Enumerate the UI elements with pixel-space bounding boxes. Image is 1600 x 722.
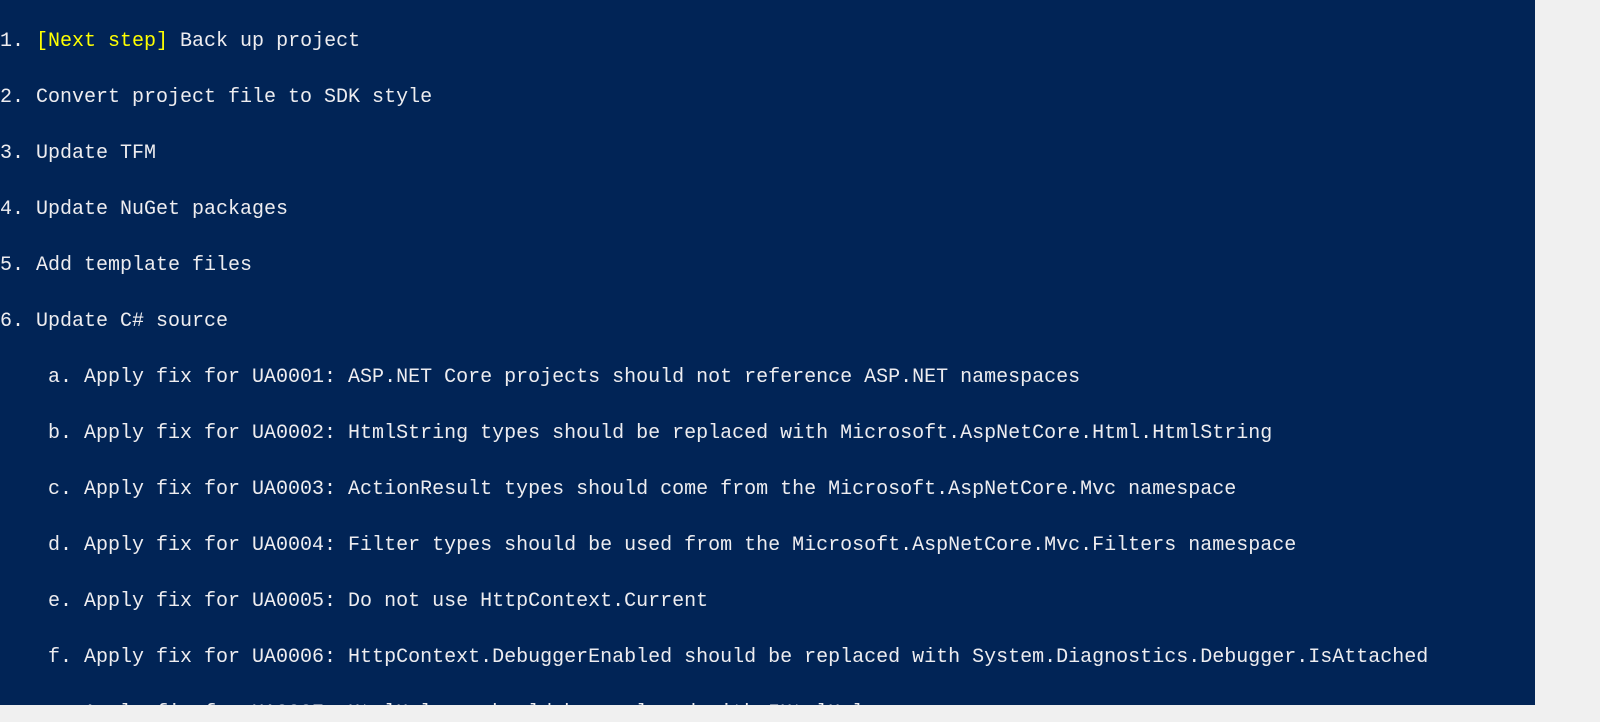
step-6c: c. Apply fix for UA0003: ActionResult ty… [0, 476, 1535, 504]
step-3: 3. Update TFM [0, 140, 1535, 168]
step-6e: e. Apply fix for UA0005: Do not use Http… [0, 588, 1535, 616]
step-6b: b. Apply fix for UA0002: HtmlString type… [0, 420, 1535, 448]
scrollbar-track[interactable] [1535, 0, 1552, 705]
step-1-number: 1. [0, 30, 36, 53]
step-6a: a. Apply fix for UA0001: ASP.NET Core pr… [0, 364, 1535, 392]
step-6f: f. Apply fix for UA0006: HttpContext.Deb… [0, 644, 1535, 672]
step-2: 2. Convert project file to SDK style [0, 84, 1535, 112]
step-5: 5. Add template files [0, 252, 1535, 280]
step-6g: g. Apply fix for UA0007: HtmlHelper shou… [0, 700, 1535, 705]
step-1-text: Back up project [168, 30, 360, 53]
terminal-pane[interactable]: 1. [Next step] Back up project 2. Conver… [0, 0, 1535, 705]
next-step-tag: [Next step] [36, 30, 168, 53]
step-6d: d. Apply fix for UA0004: Filter types sh… [0, 532, 1535, 560]
step-6: 6. Update C# source [0, 308, 1535, 336]
step-1: 1. [Next step] Back up project [0, 28, 1535, 56]
step-4: 4. Update NuGet packages [0, 196, 1535, 224]
